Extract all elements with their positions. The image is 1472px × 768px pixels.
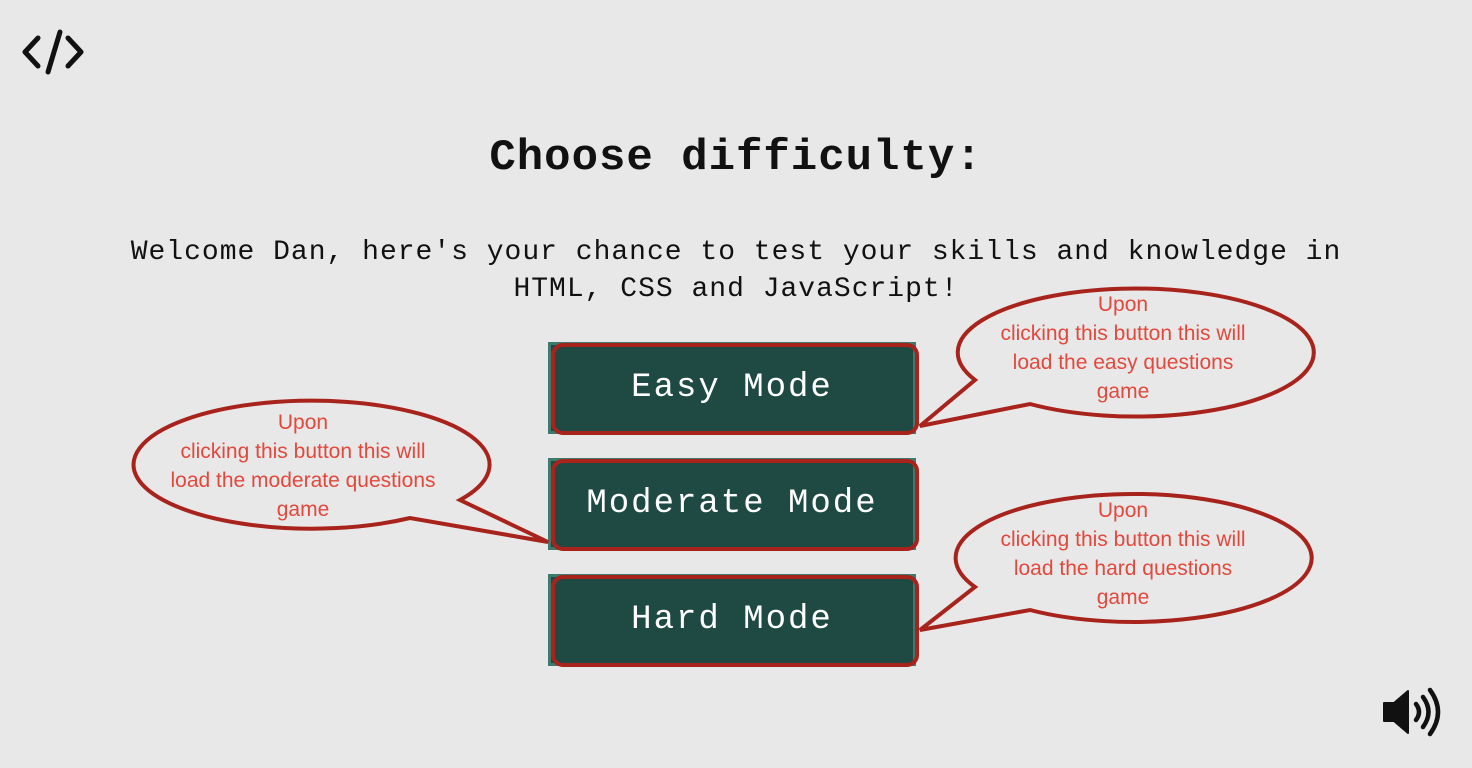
callout-line: load the hard questions: [1013, 557, 1233, 580]
callout-line: load the easy questions: [1012, 351, 1234, 374]
code-brackets-icon[interactable]: [20, 26, 86, 78]
hard-mode-label: Hard Mode: [631, 601, 833, 639]
hard-callout-text: Upon clicking this button this will load…: [962, 496, 1284, 612]
callout-line: Upon: [1097, 499, 1149, 522]
easy-callout-bubble: [918, 286, 1316, 428]
moderate-callout-bubble: [131, 398, 549, 544]
easy-mode-label: Easy Mode: [631, 369, 833, 407]
callout-line: load the moderate questions: [170, 469, 436, 492]
callout-line: clicking this button this will: [180, 440, 426, 463]
welcome-line-1: Welcome Dan, here's your chance to test …: [130, 237, 1342, 268]
welcome-line-2: HTML, CSS and JavaScript!: [513, 274, 959, 305]
callout-line: game: [1096, 380, 1150, 403]
easy-mode-button[interactable]: Easy Mode: [548, 342, 919, 435]
callout-line: clicking this button this will: [1000, 322, 1246, 345]
moderate-mode-button[interactable]: Moderate Mode: [548, 458, 919, 551]
callout-line: game: [276, 498, 330, 521]
volume-up-icon[interactable]: [1380, 686, 1446, 738]
hard-mode-button[interactable]: Hard Mode: [548, 574, 919, 667]
callout-line: game: [1096, 586, 1150, 609]
moderate-callout-text: Upon clicking this button this will load…: [142, 408, 464, 524]
welcome-message: Welcome Dan, here's your chance to test …: [60, 234, 1412, 308]
callout-line: Upon: [277, 411, 329, 434]
callout-line: clicking this button this will: [1000, 528, 1246, 551]
moderate-mode-label: Moderate Mode: [586, 485, 878, 523]
hard-callout-bubble: [918, 491, 1314, 632]
page-title: Choose difficulty:: [489, 133, 983, 183]
